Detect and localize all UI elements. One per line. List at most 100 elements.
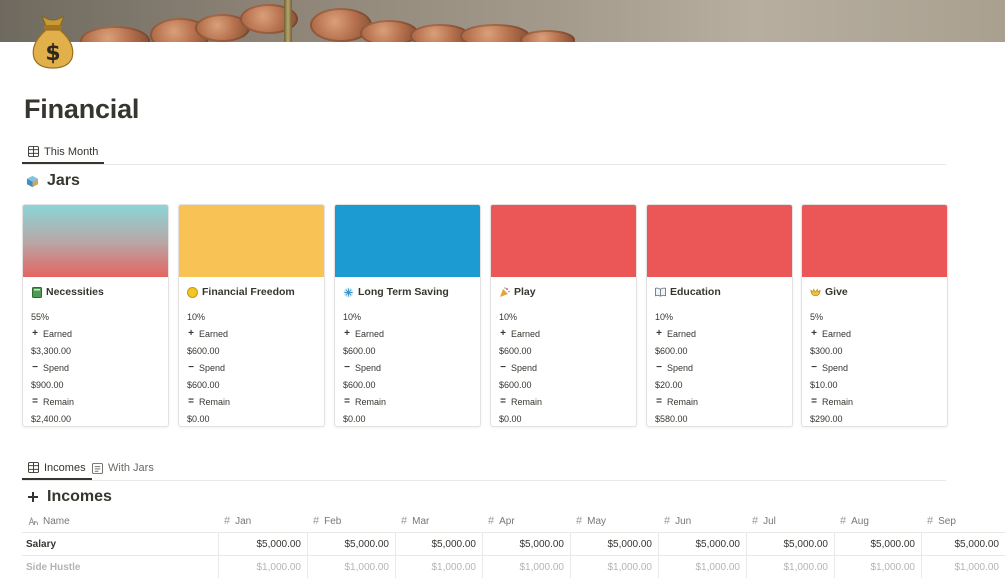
remain-label: Remain [511, 396, 543, 407]
value-cell[interactable]: $5,000.00 [659, 533, 747, 555]
equals-icon: = [500, 396, 506, 407]
table-row[interactable]: Side Hustle $1,000.00 $1,000.00 $1,000.0… [22, 555, 1005, 578]
column-header-mar[interactable]: # Mar [401, 510, 429, 532]
card-cover [491, 205, 636, 277]
jar-percent: 10% [499, 311, 518, 322]
value-cell[interactable]: $5,000.00 [219, 533, 308, 555]
jar-card-education[interactable]: Education 10% + Earned $600.00 − Spend $20… [646, 204, 793, 427]
plus-icon: + [500, 328, 506, 339]
value-cell[interactable]: $1,000.00 [219, 556, 308, 578]
spend-label: Spend [43, 362, 70, 373]
snowflake-icon [343, 287, 354, 298]
spend-value: $20.00 [655, 379, 683, 390]
jar-card-long-term-saving[interactable]: Long Term Saving 10% + Earned $600.00 − Sp… [334, 204, 481, 427]
value-cell[interactable]: $1,000.00 [747, 556, 835, 578]
column-header-sep[interactable]: # Sep [927, 510, 956, 532]
column-header-apr[interactable]: # Apr [488, 510, 515, 532]
incomes-heading-label: Incomes [47, 488, 112, 505]
page-cover-image [0, 0, 1005, 42]
card-cover [335, 205, 480, 277]
spend-value: $900.00 [31, 379, 64, 390]
remain-value: $2,400.00 [31, 413, 72, 424]
value-cell[interactable]: $1,000.00 [659, 556, 747, 578]
value-cell[interactable]: $5,000.00 [308, 533, 396, 555]
card-cover [802, 205, 947, 277]
jar-card-give[interactable]: Give 5% + Earned $300.00 − Spend $10.00 = R… [801, 204, 948, 427]
remain-label: Remain [43, 396, 75, 407]
tab-incomes[interactable]: Incomes [22, 457, 92, 480]
coin-shape [80, 26, 150, 42]
jar-card-financial-freedom[interactable]: Financial Freedom 10% + Earned $600.00 − S… [178, 204, 325, 427]
value-cell[interactable]: $5,000.00 [835, 533, 922, 555]
spend-label: Spend [511, 362, 538, 373]
number-property-icon: # [488, 515, 495, 527]
column-header-jun[interactable]: # Jun [664, 510, 691, 532]
tab-with-jars[interactable]: With Jars [86, 457, 160, 479]
page-title: Financial [24, 94, 140, 124]
value-cell[interactable]: $1,000.00 [483, 556, 571, 578]
equals-icon: = [188, 396, 194, 407]
value-cell[interactable]: $5,000.00 [571, 533, 659, 555]
tab-label: With Jars [108, 462, 154, 474]
open-book-icon [655, 287, 666, 298]
cube-icon [26, 175, 39, 187]
coin-shape [360, 20, 418, 42]
card-cover [179, 205, 324, 277]
value-cell[interactable]: $5,000.00 [483, 533, 571, 555]
remain-label: Remain [667, 396, 699, 407]
minus-icon: − [32, 362, 38, 373]
spend-label: Spend [667, 362, 694, 373]
tab-label: This Month [44, 145, 99, 158]
row-name-cell[interactable]: Side Hustle [22, 556, 219, 578]
jar-name: Necessities [46, 286, 104, 298]
value-cell[interactable]: $1,000.00 [308, 556, 396, 578]
column-header-name[interactable]: Name [28, 510, 70, 532]
money-bag-icon[interactable]: $ [28, 10, 78, 70]
earned-label: Earned [199, 328, 229, 339]
column-header-jul[interactable]: # Jul [752, 510, 776, 532]
earned-value: $3,300.00 [31, 345, 72, 356]
value-cell[interactable]: $1,000.00 [396, 556, 483, 578]
row-name-cell[interactable]: Salary [22, 533, 219, 555]
table-icon [28, 146, 39, 157]
spend-label: Spend [355, 362, 382, 373]
tab-label: Incomes [44, 461, 86, 474]
value-cell[interactable]: $5,000.00 [922, 533, 1005, 555]
number-property-icon: # [401, 515, 408, 527]
earned-value: $600.00 [655, 345, 688, 356]
incomes-heading: Incomes [27, 488, 112, 506]
jar-percent: 10% [187, 311, 206, 322]
value-cell[interactable]: $5,000.00 [747, 533, 835, 555]
value-cell[interactable]: $1,000.00 [922, 556, 1005, 578]
number-property-icon: # [313, 515, 320, 527]
view-tab-bar: This Month [22, 141, 946, 165]
plus-icon: + [811, 328, 817, 339]
tab-this-month[interactable]: This Month [22, 141, 105, 164]
remain-value: $0.00 [343, 413, 366, 424]
earned-value: $600.00 [187, 345, 220, 356]
svg-text:$: $ [45, 41, 60, 66]
table-row[interactable]: Salary $5,000.00 $5,000.00 $5,000.00 $5,… [22, 532, 1005, 555]
jar-card-necessities[interactable]: Necessities 55% + Earned $3,300.00 − Spend… [22, 204, 169, 427]
jar-percent: 5% [810, 311, 824, 322]
income-tab-bar: Incomes With Jars [22, 457, 946, 481]
card-cover [23, 205, 168, 277]
open-hands-icon [810, 287, 821, 298]
equals-icon: = [811, 396, 817, 407]
minus-icon: − [344, 362, 350, 373]
column-header-aug[interactable]: # Aug [840, 510, 869, 532]
column-header-jan[interactable]: # Jan [224, 510, 251, 532]
column-header-may[interactable]: # May [576, 510, 606, 532]
value-cell[interactable]: $1,000.00 [835, 556, 922, 578]
party-popper-icon [499, 286, 510, 298]
jar-name: Financial Freedom [202, 286, 295, 298]
number-property-icon: # [927, 515, 934, 527]
spend-value: $600.00 [187, 379, 220, 390]
jar-card-play[interactable]: Play 10% + Earned $600.00 − Spend $600.00 … [490, 204, 637, 427]
value-cell[interactable]: $1,000.00 [571, 556, 659, 578]
spend-label: Spend [199, 362, 226, 373]
column-header-feb[interactable]: # Feb [313, 510, 341, 532]
earned-label: Earned [355, 328, 385, 339]
card-cover [647, 205, 792, 277]
value-cell[interactable]: $5,000.00 [396, 533, 483, 555]
